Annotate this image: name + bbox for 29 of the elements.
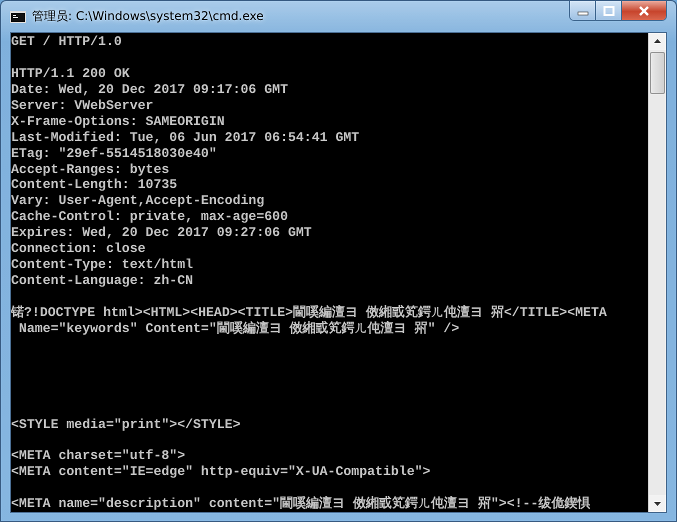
console-line: Vary: User-Agent,Accept-Encoding <box>11 193 264 210</box>
console-line: Accept-Ranges: bytes <box>11 162 170 178</box>
console-line: Server: VWebServer <box>11 98 154 114</box>
console-line: Content-Type: text/html <box>11 257 194 274</box>
console-line: <META charset="utf-8"> <box>11 448 186 464</box>
window-title: 管理员: C:\Windows\system32\cmd.exe <box>32 8 264 25</box>
console-line: ETag: "29ef-5514518030e40" <box>11 146 217 162</box>
console-line: Date: Wed, 20 Dec 2017 09:17:06 GMT <box>11 82 288 98</box>
minimize-button[interactable] <box>570 1 596 20</box>
close-icon <box>638 6 650 16</box>
scrollbar[interactable] <box>648 33 666 512</box>
console-line: X-Frame-Options: SAMEORIGIN <box>11 114 225 130</box>
console-line: HTTP/1.1 200 OK <box>11 66 130 82</box>
close-button[interactable] <box>622 1 666 20</box>
maximize-icon <box>602 6 614 16</box>
console-line: Cache-Control: private, max-age=600 <box>11 209 288 226</box>
console-line: <META content="IE=edge" http-equiv="X-UA-Compatible"> <box>11 464 430 480</box>
console-line: Last-Modified: Tue, 06 Jun 2017 06:54:41 GMT <box>11 130 360 146</box>
console-line: Content-Language: zh-CN <box>11 273 194 289</box>
maximize-button[interactable] <box>596 1 622 20</box>
console-line: <STYLE media="print"></STYLE> <box>11 416 240 432</box>
console-line: GET / HTTP/1.0 <box>11 34 122 50</box>
scroll-up-icon[interactable] <box>649 33 666 50</box>
scroll-thumb[interactable] <box>650 52 665 94</box>
console-line: Expires: Wed, 20 Dec 2017 09:27:06 GMT <box>11 225 312 242</box>
console-line: Connection: close <box>11 241 146 258</box>
console-app-icon <box>10 10 26 22</box>
scroll-down-icon[interactable] <box>649 495 666 512</box>
console-line: Content-Length: 10735 <box>11 177 178 194</box>
